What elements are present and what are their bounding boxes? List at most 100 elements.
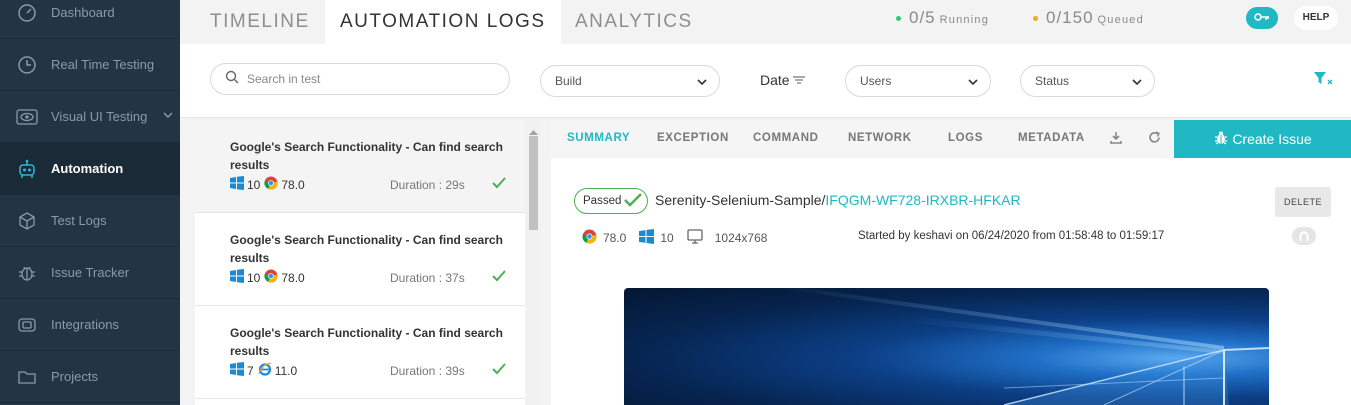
build-select-label: Build xyxy=(555,74,582,88)
tab-logs[interactable]: LOGS xyxy=(948,132,983,144)
os-version: 10 xyxy=(247,270,261,285)
tab-analytics[interactable]: ANALYTICS xyxy=(560,0,708,44)
sort-icon xyxy=(792,72,805,88)
sidebar-item-label: Real Time Testing xyxy=(51,57,155,72)
key-icon xyxy=(1254,9,1270,27)
clock-icon xyxy=(16,54,38,76)
tab-summary[interactable]: SUMMARY xyxy=(567,132,630,144)
sidebar-item-label: Integrations xyxy=(51,317,119,332)
toggle-icon[interactable] xyxy=(1292,227,1316,245)
date-sort[interactable]: Date xyxy=(760,72,805,88)
sidebar-item-label: Automation xyxy=(51,161,124,176)
sidebar-item-test-logs[interactable]: Test Logs xyxy=(0,195,180,247)
chrome-icon xyxy=(264,269,278,286)
started-info: Started by keshavi on 06/24/2020 from 01… xyxy=(858,230,1165,242)
scrollbar-thumb[interactable] xyxy=(529,136,538,230)
chrome-icon xyxy=(582,229,597,247)
date-sort-label: Date xyxy=(760,72,790,88)
chevron-down-icon xyxy=(1132,76,1142,90)
sidebar-item-real-time-testing[interactable]: Real Time Testing xyxy=(0,39,180,91)
robot-icon xyxy=(16,158,38,180)
sidebar-item-integrations[interactable]: Integrations xyxy=(0,299,180,351)
eye-icon xyxy=(16,106,38,128)
windows-icon xyxy=(230,176,244,193)
top-tab-bar: TIMELINE AUTOMATION LOGS ANALYTICS 0/5 Ru… xyxy=(180,0,1351,44)
queued-dot xyxy=(1033,16,1038,22)
sidebar-item-issue-tracker[interactable]: Issue Tracker xyxy=(0,247,180,299)
ie-icon xyxy=(258,362,272,379)
status-select[interactable]: Status xyxy=(1020,65,1155,97)
tab-metadata[interactable]: METADATA xyxy=(1018,132,1085,144)
integrations-icon xyxy=(16,314,38,336)
running-label: Running xyxy=(939,14,990,26)
search-input[interactable] xyxy=(247,72,487,86)
tab-automation-logs[interactable]: AUTOMATION LOGS xyxy=(325,0,561,44)
test-title: Google's Search Functionality - Can find… xyxy=(230,326,503,358)
os-version: 10 xyxy=(247,177,261,192)
sidebar-item-projects[interactable]: Projects xyxy=(0,351,180,403)
list-item[interactable]: Google's Search Functionality - Can find… xyxy=(195,213,525,306)
test-path: Serenity-Selenium-Sample/IFQGM-WF728-IRX… xyxy=(655,192,1021,208)
tab-command[interactable]: COMMAND xyxy=(753,132,819,144)
test-duration: Duration : 29s xyxy=(390,178,465,192)
tab-exception[interactable]: EXCEPTION xyxy=(657,132,729,144)
chevron-down-icon xyxy=(697,76,707,90)
help-button[interactable]: HELP xyxy=(1294,6,1338,30)
sidebar-item-label: Dashboard xyxy=(51,5,115,20)
tab-network[interactable]: NETWORK xyxy=(848,132,912,144)
chevron-down-icon xyxy=(968,76,978,90)
chevron-down-icon[interactable] xyxy=(162,109,174,124)
sidebar-item-label: Projects xyxy=(51,369,98,384)
list-item[interactable]: Google's Search Functionality - Can find… xyxy=(195,306,525,399)
test-id-link[interactable]: IFQGM-WF728-IRXBR-HFKAR xyxy=(825,192,1020,208)
create-issue-button[interactable]: Create Issue xyxy=(1174,120,1351,158)
test-env: 7 11.0 xyxy=(230,362,301,379)
chrome-icon xyxy=(264,176,278,193)
running-dot xyxy=(896,16,901,22)
browser-version: 78.0 xyxy=(281,177,305,192)
delete-button[interactable]: DELETE xyxy=(1275,187,1331,217)
detail-tab-bar: SUMMARY EXCEPTION COMMAND NETWORK LOGS M… xyxy=(551,120,1351,158)
sidebar-item-automation[interactable]: Automation xyxy=(0,143,180,195)
os-version: 10 xyxy=(660,231,674,245)
check-icon xyxy=(491,362,507,381)
test-title: Google's Search Functionality - Can find… xyxy=(230,140,503,172)
test-title: Google's Search Functionality - Can find… xyxy=(230,233,503,265)
list-item[interactable]: Google's Search Functionality - Can find… xyxy=(195,120,525,213)
filter-clear-icon xyxy=(1313,72,1335,91)
bug-icon xyxy=(1213,130,1232,149)
tab-timeline[interactable]: TIMELINE xyxy=(195,0,325,44)
os-version: 7 xyxy=(247,363,254,378)
refresh-icon[interactable] xyxy=(1148,131,1161,149)
sidebar: Dashboard Real Time Testing Visual UI Te… xyxy=(0,0,180,405)
create-issue-label: Create Issue xyxy=(1232,131,1312,147)
test-list: Google's Search Functionality - Can find… xyxy=(195,120,525,405)
sidebar-item-label: Visual UI Testing xyxy=(51,109,148,124)
windows-wallpaper-image xyxy=(774,288,1269,405)
gauge-icon xyxy=(16,2,38,24)
sidebar-item-dashboard[interactable]: Dashboard xyxy=(0,0,180,39)
access-key-button[interactable] xyxy=(1246,7,1278,29)
project-name: Serenity-Selenium-Sample/ xyxy=(655,192,826,208)
check-icon xyxy=(623,192,643,211)
test-detail-panel: SUMMARY EXCEPTION COMMAND NETWORK LOGS M… xyxy=(551,120,1351,405)
search-icon xyxy=(225,70,239,89)
test-duration: Duration : 37s xyxy=(390,271,465,285)
clear-filter-button[interactable] xyxy=(1313,71,1335,92)
sidebar-item-label: Issue Tracker xyxy=(51,265,130,280)
running-status: 0/5 Running xyxy=(896,8,989,28)
bug-icon xyxy=(16,262,38,284)
test-duration: Duration : 39s xyxy=(390,364,465,378)
status-select-label: Status xyxy=(1035,74,1070,88)
queued-count: 0/150 xyxy=(1046,8,1094,27)
resolution: 1024x768 xyxy=(714,231,768,245)
users-select[interactable]: Users xyxy=(845,65,991,97)
browser-version: 78.0 xyxy=(281,270,305,285)
sidebar-item-label: Test Logs xyxy=(51,213,107,228)
queued-label: Queued xyxy=(1097,14,1144,26)
download-icon[interactable] xyxy=(1110,131,1122,149)
build-select[interactable]: Build xyxy=(540,65,720,97)
sidebar-item-visual-ui-testing[interactable]: Visual UI Testing xyxy=(0,91,180,143)
cube-icon xyxy=(16,210,38,232)
users-select-label: Users xyxy=(860,74,892,88)
